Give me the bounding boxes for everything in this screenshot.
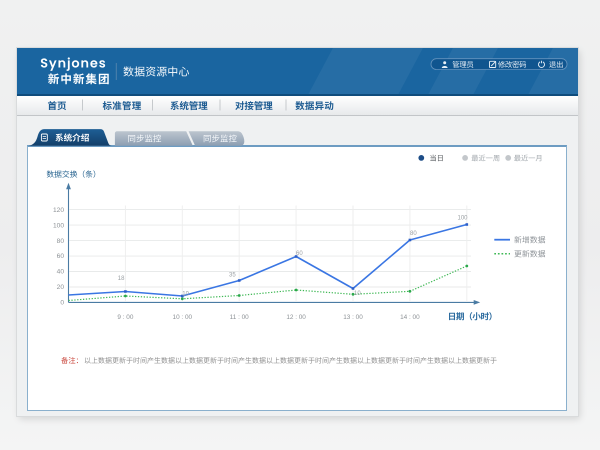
svg-text:9 : 00: 9 : 00 bbox=[117, 314, 133, 321]
svg-text:120: 120 bbox=[53, 207, 64, 214]
svg-text:13 : 00: 13 : 00 bbox=[343, 314, 363, 321]
svg-text:20: 20 bbox=[57, 284, 65, 291]
svg-text:80: 80 bbox=[410, 231, 417, 237]
svg-text:12 : 00: 12 : 00 bbox=[286, 314, 306, 321]
svg-text:100: 100 bbox=[458, 216, 469, 222]
svg-text:60: 60 bbox=[296, 251, 303, 257]
svg-text:18: 18 bbox=[118, 276, 125, 282]
svg-text:35: 35 bbox=[229, 273, 236, 279]
svg-text:14 : 00: 14 : 00 bbox=[400, 314, 420, 321]
svg-text:80: 80 bbox=[57, 238, 65, 245]
svg-text:10: 10 bbox=[182, 291, 189, 297]
svg-text:60: 60 bbox=[57, 253, 65, 260]
svg-text:100: 100 bbox=[53, 222, 64, 229]
svg-text:0: 0 bbox=[60, 300, 64, 307]
svg-text:40: 40 bbox=[57, 269, 65, 276]
svg-text:10: 10 bbox=[354, 291, 361, 297]
svg-text:10 : 00: 10 : 00 bbox=[173, 314, 193, 321]
svg-text:11 : 00: 11 : 00 bbox=[230, 314, 250, 321]
